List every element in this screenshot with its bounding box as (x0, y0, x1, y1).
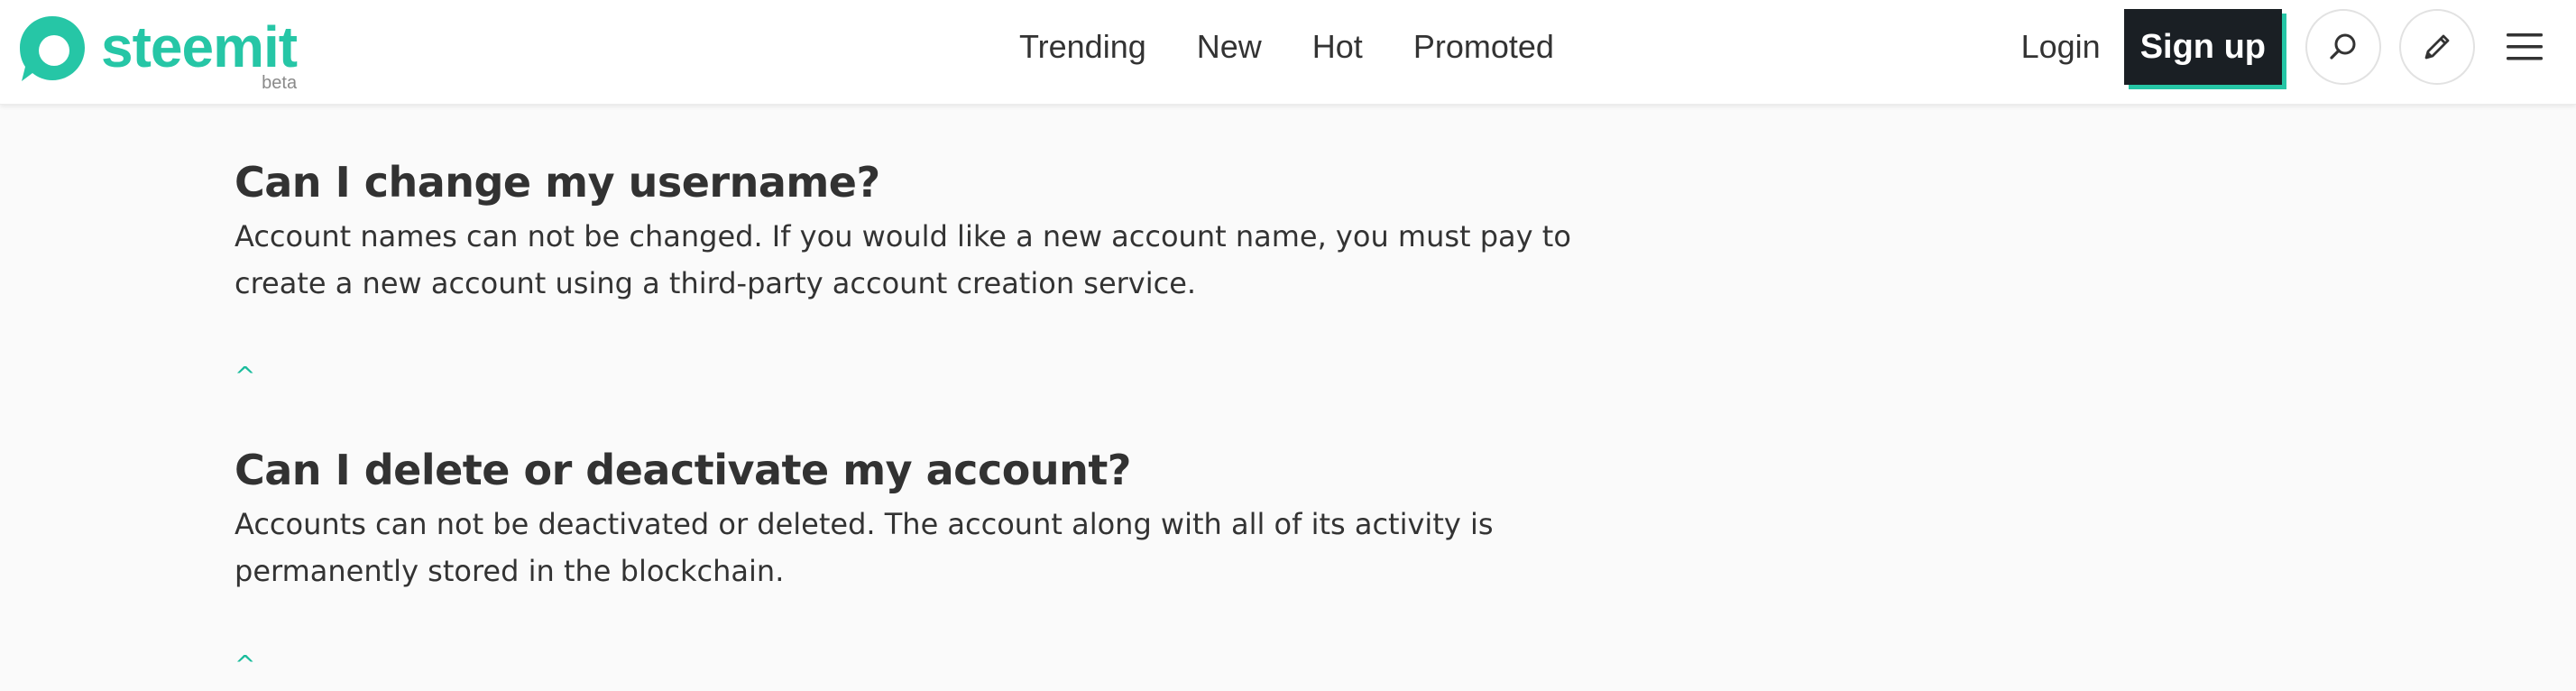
pencil-icon (2424, 34, 2450, 60)
search-icon (2330, 33, 2356, 60)
faq-question: Can I change my username? (235, 158, 880, 207)
top-header: steemit beta Trending New Hot Promoted L… (0, 0, 2576, 105)
faq-question: Can I delete or deactivate my account? (235, 446, 1132, 494)
nav-trending[interactable]: Trending (1019, 28, 1146, 66)
hamburger-menu-icon (2507, 33, 2543, 60)
nav-new[interactable]: New (1197, 28, 1262, 66)
main-nav: Trending New Hot Promoted (1019, 0, 1605, 94)
login-link[interactable]: Login (2021, 28, 2101, 66)
header-actions: Login Sign up (2021, 0, 2576, 94)
nav-promoted[interactable]: Promoted (1413, 28, 1554, 66)
steemit-logo-icon (20, 16, 85, 81)
nav-hot[interactable]: Hot (1312, 28, 1363, 66)
faq-answer: Accounts can not be deactivated or delet… (235, 507, 1494, 588)
beta-badge: beta (262, 73, 298, 93)
steemit-logo-link[interactable]: steemit beta (16, 13, 298, 93)
brand-name: steemit beta (101, 14, 298, 93)
signup-label: Sign up (2139, 27, 2266, 66)
search-button[interactable] (2305, 9, 2381, 85)
menu-button[interactable] (2493, 9, 2556, 85)
back-to-top-link[interactable]: ^ (235, 651, 255, 678)
signup-button[interactable]: Sign up (2123, 9, 2282, 85)
faq-item: Can I delete or deactivate my account? A… (235, 445, 1642, 594)
faq-answer: Account names can not be changed. If you… (235, 219, 1571, 300)
faq-item: Can I change my username? Account names … (235, 157, 1642, 307)
back-to-top-link[interactable]: ^ (235, 363, 255, 390)
submit-story-button[interactable] (2399, 9, 2475, 85)
